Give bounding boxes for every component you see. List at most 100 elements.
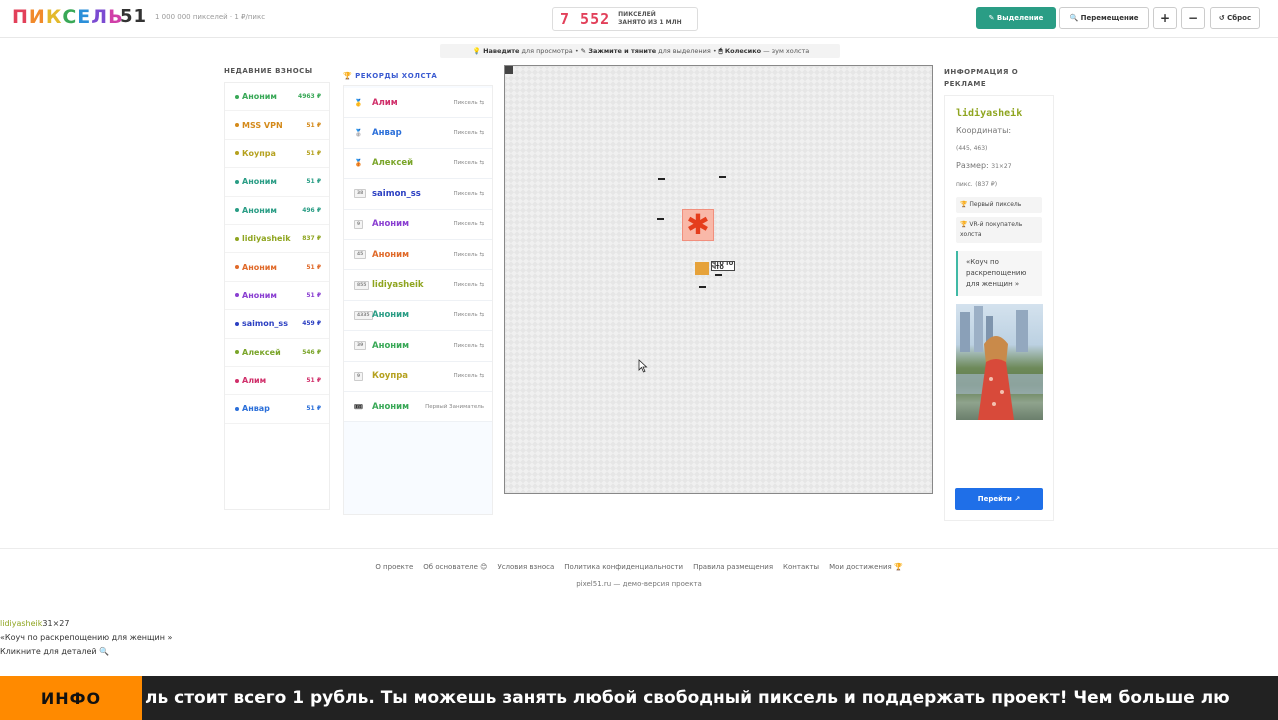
hint-bar: 💡 Наведите для просмотра • ✎ Зажмите и тя… [440, 44, 840, 58]
status-dot [235, 151, 239, 156]
footer-link[interactable]: Условия взноса [497, 563, 554, 571]
zoom-out-button[interactable]: − [1181, 7, 1205, 29]
recent-item-value: 51 ₽ [306, 178, 321, 186]
record-name: Аноним [372, 219, 410, 230]
recent-item[interactable]: Аноним 51 ₽ [225, 253, 329, 282]
logo-letter: И [28, 6, 46, 28]
recent-item[interactable]: Анвар 51 ₽ [225, 395, 329, 424]
record-label: Пиксель ⇆ [453, 160, 484, 167]
ad-photo[interactable] [956, 304, 1043, 420]
record-rank: 🥉 [354, 159, 363, 168]
logo-letter: П [12, 6, 29, 28]
tooltip-name: lidiyasheik [0, 619, 43, 628]
record-label: Первый Заниматель [425, 403, 484, 410]
record-name: Аноним [372, 310, 410, 321]
footer-link[interactable]: Контакты [783, 563, 819, 571]
ad-pixel-block-text[interactable]: ЧТО ТО ЧТО [711, 261, 735, 271]
recent-item[interactable]: Аноним 51 ₽ [225, 168, 329, 197]
record-name: Аноним [372, 401, 410, 412]
pixel-block[interactable] [715, 274, 722, 276]
recent-item[interactable]: Аноним 51 ₽ [225, 282, 329, 311]
pixel-canvas[interactable]: ✱ ЧТО ТО ЧТО [504, 65, 933, 494]
record-item[interactable]: 9 Коупра Пиксель ⇆ [344, 361, 492, 392]
ad-info-panel: lidiyasheik Координаты: (445, 463) Разме… [944, 95, 1054, 521]
record-rank: 🥈 [354, 129, 363, 138]
status-dot [235, 179, 239, 184]
record-item[interactable]: 🥇 Алим Пиксель ⇆ [344, 88, 492, 119]
ad-pixel-art[interactable]: ✱ [682, 209, 714, 241]
pixel-block[interactable] [699, 286, 706, 288]
status-dot [235, 265, 239, 270]
record-rank: 9 [354, 371, 372, 381]
select-mode-button[interactable]: ✎ Выделение [976, 7, 1056, 29]
record-name: lidiyasheik [372, 280, 424, 291]
record-rank: 4335 [354, 310, 373, 320]
record-label: Пиксель ⇆ [453, 99, 484, 106]
status-dot [235, 378, 239, 383]
record-item[interactable]: 39 Аноним Пиксель ⇆ [344, 331, 492, 362]
status-dot [235, 208, 239, 213]
go-to-ad-button[interactable]: Перейти ↗ [955, 488, 1043, 510]
status-dot [235, 94, 239, 99]
recent-item-value: 51 ₽ [306, 149, 321, 157]
footer-note: pixel51.ru — демо-версия проекта [576, 580, 702, 588]
record-item[interactable]: 855 lidiyasheik Пиксель ⇆ [344, 270, 492, 301]
record-item[interactable]: 🎟 Аноним Первый Заниматель [344, 391, 492, 423]
tooltip-hint: Кликните для деталей 🔍 [0, 647, 110, 656]
recent-item-name: Аноним [242, 92, 277, 102]
record-item[interactable]: 🥉 Алексей Пиксель ⇆ [344, 148, 492, 180]
pixel-block[interactable] [719, 176, 726, 178]
recent-item[interactable]: saimon_ss 459 ₽ [225, 310, 329, 339]
recent-item-name: Аноним [242, 290, 277, 300]
records-list: 🥇 Алим Пиксель ⇆ 🥈 Анвар Пиксель ⇆ 🥉 Алексей Пик… [343, 85, 493, 515]
status-dot [235, 123, 239, 128]
footer-links: О проекте Об основателе 😊 Условия взноса По… [0, 563, 1278, 571]
record-name: Алим [372, 97, 398, 108]
record-item[interactable]: 38 saimon_ss Пиксель ⇆ [344, 179, 492, 210]
footer-link[interactable]: О проекте [375, 563, 413, 571]
records-title: 🏆 РЕКОРДЫ ХОЛСТА [343, 72, 438, 80]
record-item[interactable]: 🥈 Анвар Пиксель ⇆ [344, 118, 492, 149]
recent-item[interactable]: Аноним 496 ₽ [225, 197, 329, 225]
logo-number: 51 [120, 6, 148, 27]
footer-link[interactable]: Об основателе 😊 [423, 563, 487, 571]
recent-item-name: Алексей [242, 347, 281, 357]
footer-divider [0, 548, 1278, 549]
recent-item[interactable]: Коупра 51 ₽ [225, 140, 329, 169]
coords-value: (445, 463) [956, 145, 988, 152]
move-mode-button[interactable]: 🔍 Перемещение [1059, 7, 1149, 29]
reset-button[interactable]: ↺ Сброс [1210, 7, 1260, 29]
mouse-cursor-icon [638, 359, 648, 373]
record-item[interactable]: 9 Аноним Пиксель ⇆ [344, 209, 492, 240]
pixel-block[interactable] [657, 218, 664, 220]
recent-item[interactable]: Алим 51 ₽ [225, 367, 329, 396]
ad-pixel-block-orange[interactable] [695, 262, 709, 275]
tooltip-size: 31×27 [42, 619, 70, 628]
record-label: Пиксель ⇆ [453, 221, 484, 228]
footer-link[interactable]: Мои достижения 🏆 [829, 563, 903, 571]
recent-item-name: Алим [242, 376, 267, 386]
footer-link[interactable]: Правила размещения [693, 563, 773, 571]
recent-item-name: Аноним [242, 205, 277, 215]
recent-item[interactable]: lidiyasheik 837 ₽ [225, 225, 329, 254]
recent-item[interactable]: MSS VPN 51 ₽ [225, 111, 329, 140]
status-dot [235, 236, 239, 241]
logo[interactable]: ПИКСЕЛЬ [12, 6, 124, 28]
status-dot [235, 293, 239, 298]
record-item[interactable]: 45 Аноним Пиксель ⇆ [344, 239, 492, 271]
record-rank: 🎟 [354, 402, 363, 411]
record-label: Пиксель ⇆ [453, 130, 484, 137]
recent-item-value: 51 ₽ [306, 405, 321, 413]
recent-item-name: Аноним [242, 262, 277, 272]
info-title: ИНФОРМАЦИЯ О РЕКЛАМЕ [944, 68, 1019, 88]
footer-link[interactable]: Политика конфиденциальности [564, 563, 683, 571]
recent-item[interactable]: Аноним 4963 ₽ [225, 83, 329, 112]
record-rank: 855 [354, 280, 372, 290]
logo-subtitle: 1 000 000 пикселей · 1 ₽/пикс [155, 13, 266, 21]
top-bar: ПИКСЕЛЬ 51 1 000 000 пикселей · 1 ₽/пикс… [0, 0, 1278, 38]
zoom-in-button[interactable]: + [1153, 7, 1177, 29]
record-name: Аноним [372, 340, 410, 351]
record-item[interactable]: 4335 Аноним Пиксель ⇆ [344, 300, 492, 332]
recent-item[interactable]: Алексей 546 ₽ [225, 339, 329, 367]
pixel-block[interactable] [658, 178, 665, 180]
